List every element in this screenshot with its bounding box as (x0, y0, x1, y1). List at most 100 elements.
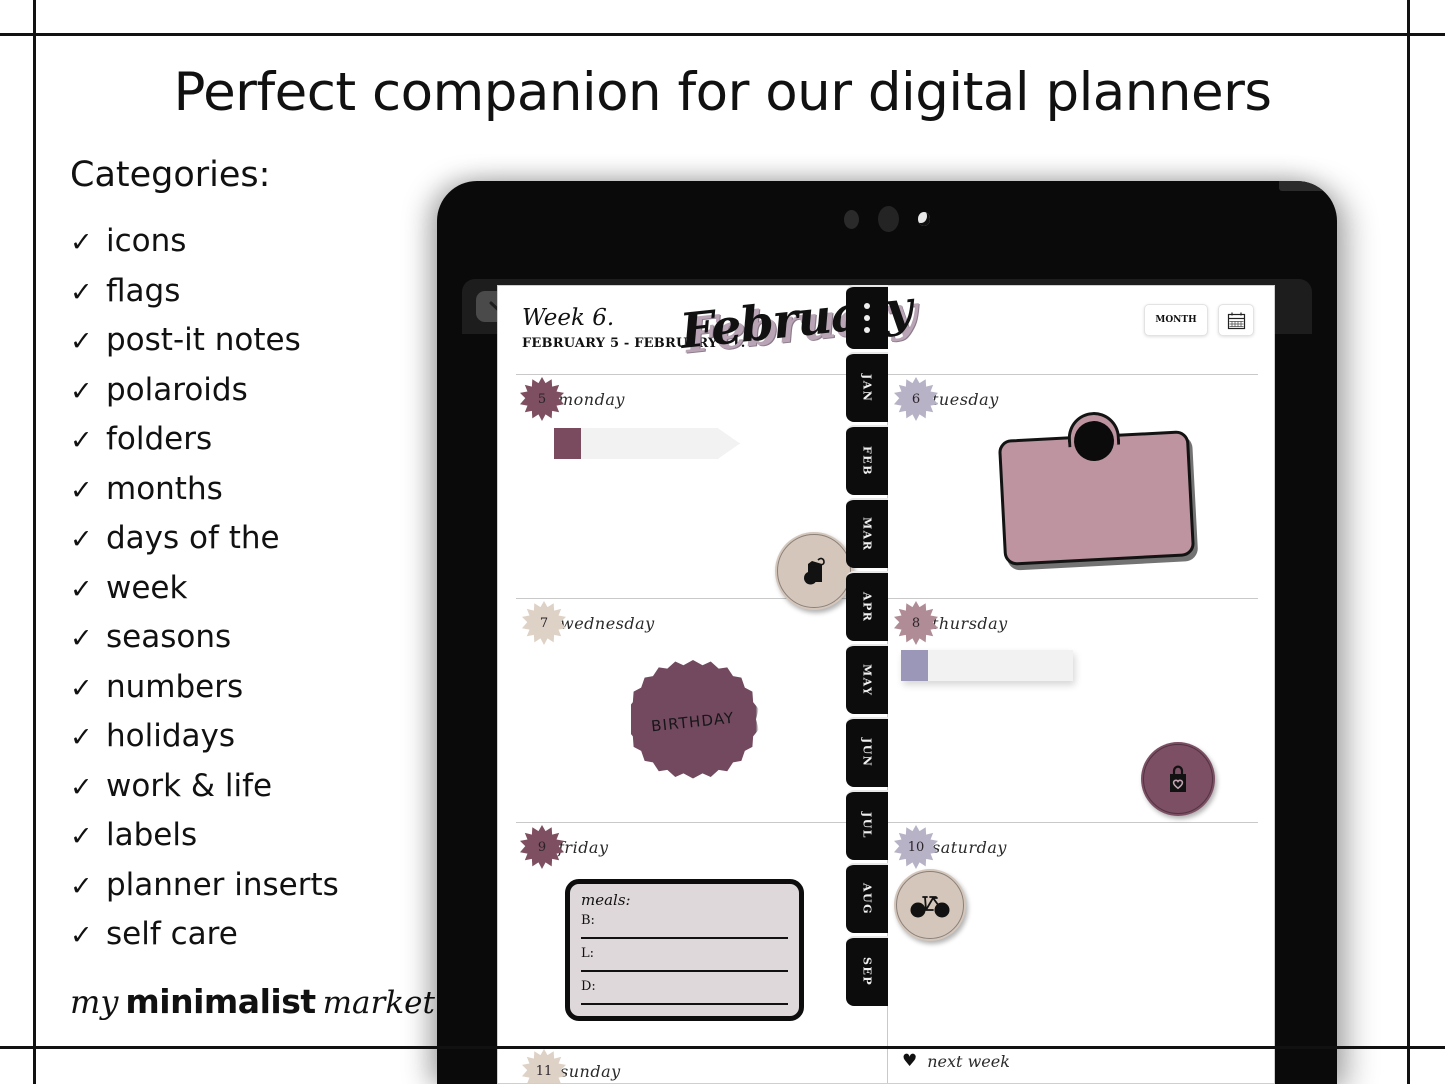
meals-title: meals: (581, 891, 631, 909)
month-tab-feb[interactable]: FEB (846, 425, 888, 495)
birthday-badge-sticker[interactable]: BIRTHDAY (631, 660, 755, 779)
category-label: post-it notes (106, 322, 301, 358)
month-tab-label: FEB (860, 446, 874, 476)
day-cell-sunday[interactable]: 11 sunday (516, 1047, 887, 1083)
check-icon: ✓ (70, 425, 93, 456)
bicycle-icon[interactable] (894, 869, 966, 941)
tag-hole-bump (1066, 410, 1120, 463)
category-label: labels (106, 817, 198, 853)
day-cell-monday[interactable]: 5 monday (516, 375, 887, 610)
meals-sticker[interactable]: meals: B: L: D: (565, 879, 804, 1021)
month-tab-aug[interactable]: AUG (846, 863, 888, 933)
check-icon: ✓ (70, 920, 93, 951)
check-icon: ✓ (70, 474, 93, 506)
category-item: ✓ seasons (70, 613, 470, 663)
next-week-header: ♥ next week (902, 1051, 1010, 1071)
flag-sticker[interactable] (901, 650, 1073, 681)
category-item: ✓ week (70, 564, 470, 614)
day-number-badge: 7 (522, 601, 566, 645)
day-cell-saturday[interactable]: 10 saturday (887, 823, 1259, 1046)
day-cell-friday[interactable]: 9 friday meals: B: L: D: (516, 823, 887, 1046)
meal-label: L: (581, 946, 595, 961)
tablet-power-button[interactable] (1279, 181, 1337, 191)
sticker-ring (1143, 744, 1213, 814)
crop-guide-right (1407, 0, 1410, 1084)
month-tab-label: JUN (860, 738, 874, 768)
sensor-dot-icon (844, 209, 859, 229)
month-tab-label: JUL (860, 812, 874, 840)
flag-sticker[interactable] (554, 428, 740, 459)
day-cell-wednesday[interactable]: 7 wednesday BIRTHDAY (516, 599, 887, 822)
category-label: seasons (106, 619, 232, 655)
category-item: ✓ icons (70, 217, 470, 267)
meal-row-lunch[interactable]: L: (581, 944, 788, 977)
day-label: sunday (560, 1061, 621, 1081)
check-icon: ✓ (70, 623, 93, 654)
categories-list: ✓ icons ✓ flags ✓ post-it notes ✓ polaroids ✓ fol… (70, 217, 470, 960)
camera-lens-icon (878, 206, 899, 232)
day-header-monday: 5 monday (520, 377, 625, 421)
calendar-icon[interactable] (1218, 304, 1254, 336)
crop-guide-top (0, 33, 1445, 36)
month-tab-jul[interactable]: JUL (846, 790, 888, 860)
brand-part-3: market (322, 984, 435, 1021)
more-dots-icon (864, 300, 870, 336)
month-tab-mar[interactable]: MAR (846, 498, 888, 568)
month-tab-apr[interactable]: APR (846, 571, 888, 641)
day-number-badge: 6 (894, 377, 938, 421)
meal-write-line (581, 937, 788, 939)
week-number: Week 6. (522, 305, 615, 331)
category-item: ✓ numbers (70, 663, 470, 713)
meal-write-line (581, 970, 788, 972)
month-tab-rail: JAN FEB MAR APR MAY JUN JUL AUG SEP (846, 285, 888, 1006)
day-header-friday: 9 friday (520, 825, 609, 869)
check-icon: ✓ (70, 573, 93, 605)
meal-row-breakfast[interactable]: B: (581, 911, 788, 944)
meal-label: B: (581, 913, 595, 928)
check-icon: ✓ (70, 227, 93, 258)
check-icon: ✓ (70, 326, 93, 357)
category-item: ✓ months (70, 465, 470, 515)
day-header-wednesday: 7 wednesday (522, 601, 655, 645)
check-icon: ✓ (70, 276, 93, 308)
label-tag-sticker[interactable] (997, 410, 1196, 566)
meal-row-dinner[interactable]: D: (581, 977, 788, 1010)
category-label: folders (106, 421, 213, 457)
month-view-button[interactable]: MONTH (1144, 304, 1208, 336)
category-item: ✓ flags (70, 267, 470, 317)
more-months-tab[interactable] (846, 285, 888, 349)
month-tab-label: AUG (860, 882, 874, 916)
day-cell-tuesday[interactable]: 6 tuesday (887, 375, 1259, 598)
day-cell-thursday[interactable]: 8 thursday (887, 599, 1259, 822)
shopping-bag-heart-icon[interactable] (1141, 742, 1215, 816)
month-tab-jan[interactable]: JAN (846, 352, 888, 422)
sticker-ring (777, 534, 851, 608)
category-item: ✓ polaroids (70, 366, 470, 416)
category-label: planner inserts (106, 866, 339, 903)
category-label: flags (106, 272, 181, 309)
day-label: friday (558, 837, 609, 857)
month-tab-label: MAY (860, 663, 874, 697)
tag-hole (1072, 420, 1115, 463)
meal-write-line (581, 1003, 788, 1005)
category-label: week (106, 569, 188, 606)
check-icon: ✓ (70, 771, 93, 803)
day-header-thursday: 8 thursday (894, 601, 1008, 645)
month-tab-sep[interactable]: SEP (846, 936, 888, 1006)
check-icon: ✓ (70, 375, 93, 407)
check-icon: ✓ (70, 672, 93, 704)
category-label: months (106, 470, 223, 507)
day-label: saturday (932, 837, 1007, 857)
check-icon: ✓ (70, 524, 93, 555)
category-label: holidays (106, 718, 236, 754)
next-week-cell[interactable]: ♥ next week (887, 1047, 1259, 1083)
month-tab-may[interactable]: MAY (846, 644, 888, 714)
brand-part-1: my (70, 982, 119, 1021)
month-tab-label: MAR (860, 516, 874, 552)
day-number-badge: 5 (520, 377, 564, 421)
category-item: ✓ folders (70, 415, 470, 465)
day-number-badge: 10 (894, 825, 938, 869)
check-icon: ✓ (70, 722, 93, 753)
month-tab-jun[interactable]: JUN (846, 717, 888, 787)
planner-header-buttons: MONTH (1144, 304, 1254, 336)
